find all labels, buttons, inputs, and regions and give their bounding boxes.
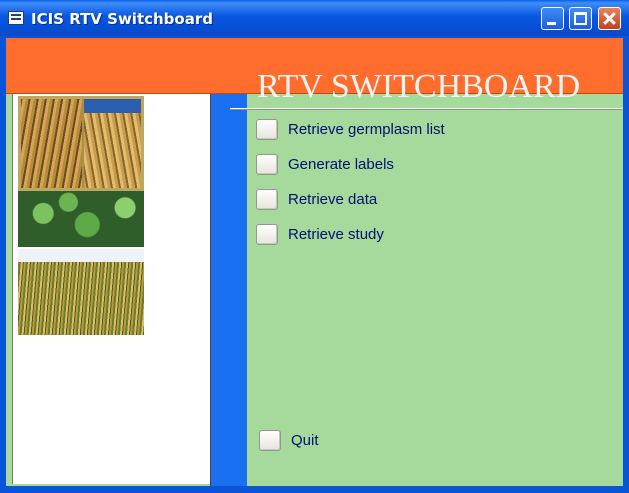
image-panel bbox=[12, 94, 210, 484]
minimize-icon bbox=[547, 22, 556, 25]
bean-leaves-photo bbox=[18, 191, 144, 247]
quit-label: Quit bbox=[291, 432, 319, 449]
retrieve-data-button[interactable] bbox=[256, 189, 278, 210]
window-title: ICIS RTV Switchboard bbox=[31, 10, 213, 28]
accent-bar bbox=[210, 94, 247, 486]
menu-item-label: Generate labels bbox=[288, 156, 394, 173]
close-button[interactable] bbox=[598, 7, 621, 30]
maximize-icon bbox=[574, 12, 587, 25]
app-window: ICIS RTV Switchboard RTV SWITCHBOARD Ret… bbox=[0, 0, 629, 493]
quit-button[interactable] bbox=[259, 430, 281, 451]
page-title: RTV SWITCHBOARD bbox=[257, 68, 581, 105]
menu-item-label: Retrieve study bbox=[288, 226, 384, 243]
wheat-field-photo bbox=[18, 96, 144, 191]
generate-labels-button[interactable] bbox=[256, 154, 278, 175]
minimize-button[interactable] bbox=[541, 7, 564, 30]
title-bar[interactable]: ICIS RTV Switchboard bbox=[0, 0, 629, 36]
maximize-button[interactable] bbox=[569, 7, 592, 30]
retrieve-germplasm-list-button[interactable] bbox=[256, 119, 278, 140]
close-icon bbox=[599, 8, 620, 29]
menu-item-label: Retrieve data bbox=[288, 191, 378, 208]
form-icon[interactable] bbox=[8, 11, 24, 25]
rice-field-photo bbox=[18, 249, 144, 335]
menu-item-label: Retrieve germplasm list bbox=[288, 121, 445, 138]
retrieve-study-button[interactable] bbox=[256, 224, 278, 245]
switchboard-form: RTV SWITCHBOARD Retrieve germplasm list … bbox=[6, 38, 623, 486]
